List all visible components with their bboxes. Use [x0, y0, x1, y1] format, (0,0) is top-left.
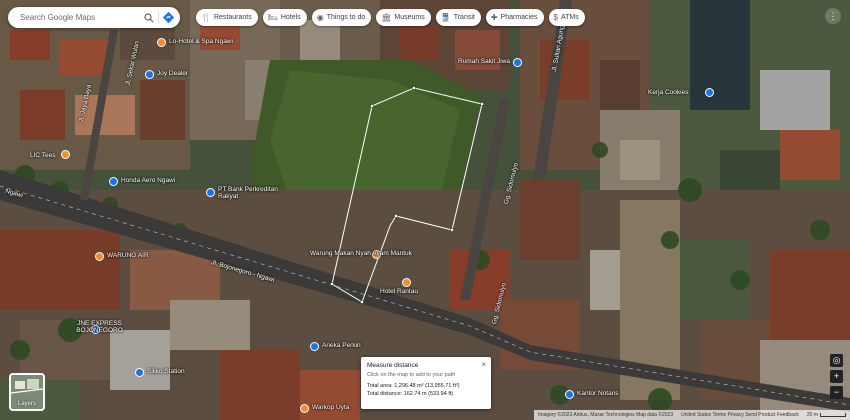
search-input[interactable]: [18, 12, 140, 23]
category-chips: 🍴 Restaurants 🛏 Hotels ◉ Things to do 🏛 Muse…: [196, 9, 585, 26]
place-label-aneka: Aneka Perkin: [322, 342, 361, 349]
chip-restaurants[interactable]: 🍴 Restaurants: [196, 9, 258, 26]
map-controls: ◎ + −: [830, 354, 843, 399]
place-label-station: Siliko Station: [147, 368, 185, 375]
footer-links[interactable]: United States Terms Privacy Send Product…: [681, 412, 799, 418]
map-footer: Imagery ©2023 Airbus, Maxar Technologies…: [533, 410, 850, 420]
honda-pin[interactable]: [109, 177, 118, 186]
chip-museums[interactable]: 🏛 Museums: [376, 9, 431, 26]
aneka-pin[interactable]: [310, 342, 319, 351]
my-location-icon[interactable]: ◎: [830, 354, 843, 367]
kantor-pin[interactable]: [565, 390, 574, 399]
apps-grid-icon[interactable]: ⋮: [825, 8, 841, 24]
warkop-pin[interactable]: [300, 404, 309, 413]
station-pin[interactable]: [135, 368, 144, 377]
shop-pin[interactable]: [145, 70, 154, 79]
cookies-pin[interactable]: [705, 88, 714, 97]
place-label-kantor: Kantor Notaris: [577, 390, 619, 397]
layers-button[interactable]: Layers: [9, 373, 45, 411]
hotel-rantau-pin[interactable]: [402, 278, 411, 287]
zoom-in-button[interactable]: +: [830, 370, 843, 383]
chip-atms[interactable]: $ ATMs: [548, 9, 585, 26]
place-label-bank: PT Bank Perkreditan Rakyat: [218, 186, 278, 200]
atm-icon: $: [553, 12, 558, 22]
museum-icon: 🏛: [381, 12, 392, 22]
measure-title: Measure distance: [367, 362, 419, 369]
place-label-honda: Honda Aero Ngawi: [121, 177, 176, 184]
pharmacy-icon: ✚: [490, 12, 498, 22]
measure-instruction: Click on the map to add to your path: [367, 372, 456, 378]
transit-icon: 🚆: [440, 12, 451, 22]
place-label-hotel: Lo-Hotel & Spa Ngawi: [169, 38, 233, 45]
scale-bar[interactable]: 20 m: [807, 412, 846, 418]
warung-air-pin[interactable]: [95, 252, 104, 261]
place-label-hotel-rantau: Hotel Rantau: [380, 288, 418, 295]
attribution-text: Imagery ©2023 Airbus, Maxar Technologies…: [537, 412, 674, 418]
place-label-warkop: Warkop Uyta: [312, 404, 350, 411]
close-icon[interactable]: ×: [481, 360, 486, 369]
measure-total-distance: Total distance: 162.74 m (533.94 ft): [367, 391, 454, 397]
search-icon[interactable]: [140, 9, 158, 27]
place-label-jne: JNE EXPRESS BOJONEGORO: [76, 320, 123, 334]
hotel-icon: 🛏: [267, 12, 278, 22]
bank-pin[interactable]: [206, 188, 215, 197]
measure-total-area: Total area: 1,296.48 m² (13,955.71 ft²): [367, 383, 460, 389]
chip-hotels[interactable]: 🛏 Hotels: [262, 9, 307, 26]
chip-transit[interactable]: 🚆 Transit: [435, 9, 481, 26]
place-label-cookies: Kerja Cookies: [648, 89, 689, 96]
camera-icon: ◉: [316, 12, 324, 22]
measure-distance-card: Measure distance × Click on the map to a…: [361, 357, 491, 409]
hotel-pin[interactable]: [157, 38, 166, 47]
chip-things-to-do[interactable]: ◉ Things to do: [311, 9, 372, 26]
place-label-warung: Warung Makan Nyah Ayam Mantuk: [310, 250, 412, 257]
zoom-out-button[interactable]: −: [830, 386, 843, 399]
place-label-rumah: Rumah Sakit Jiwa: [458, 58, 511, 65]
place-label-tees: LIC Tees: [30, 152, 56, 159]
tees-pin[interactable]: [61, 150, 70, 159]
place-label-shop: Joy Dealer: [157, 70, 189, 77]
restaurant-icon: 🍴: [201, 12, 211, 22]
chip-pharmacies[interactable]: ✚ Pharmacies: [485, 9, 544, 26]
layers-label: Layers: [17, 401, 36, 407]
rumah-pin[interactable]: [513, 58, 522, 67]
place-label-warung-air: WARUNG AIR: [107, 252, 149, 259]
directions-icon[interactable]: [159, 9, 177, 27]
search-box: [8, 7, 180, 28]
